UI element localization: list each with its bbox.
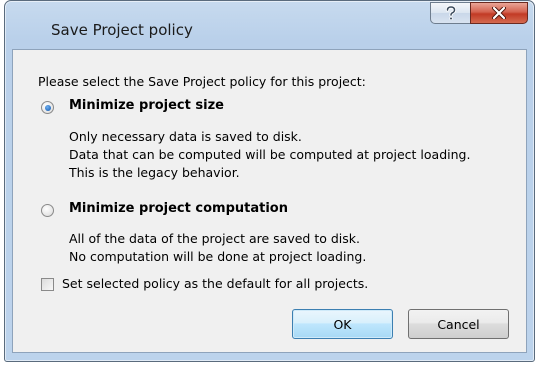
default-policy-checkbox[interactable]	[41, 278, 54, 291]
description-line: Only necessary data is saved to disk.	[69, 129, 302, 144]
close-icon	[492, 7, 506, 19]
window-title: Save Project policy	[51, 21, 193, 39]
prompt-text: Please select the Save Project policy fo…	[38, 74, 366, 89]
description-line: This is the legacy behavior.	[69, 165, 240, 180]
help-icon	[445, 5, 456, 21]
radio-minimize-computation[interactable]	[41, 204, 54, 217]
title-buttons	[430, 2, 528, 24]
help-button[interactable]	[430, 2, 470, 24]
description-line: No computation will be done at project l…	[69, 249, 367, 264]
cancel-button[interactable]: Cancel	[408, 309, 509, 339]
option-label-minimize-computation[interactable]: Minimize project computation	[69, 201, 288, 216]
close-button[interactable]	[470, 2, 528, 24]
option-description-minimize-computation: All of the data of the project are saved…	[69, 230, 366, 266]
description-line: All of the data of the project are saved…	[69, 231, 360, 246]
option-description-minimize-size: Only necessary data is saved to disk. Da…	[69, 128, 470, 182]
radio-minimize-size[interactable]	[41, 101, 54, 114]
default-policy-label[interactable]: Set selected policy as the default for a…	[62, 276, 368, 291]
dialog-client-area: Please select the Save Project policy fo…	[12, 49, 527, 353]
ok-button[interactable]: OK	[292, 309, 393, 339]
dialog-window: Save Project policy Please select the Sa…	[4, 0, 535, 362]
description-line: Data that can be computed will be comput…	[69, 147, 471, 162]
option-label-minimize-size[interactable]: Minimize project size	[69, 98, 224, 113]
title-bar[interactable]: Save Project policy	[5, 1, 534, 49]
